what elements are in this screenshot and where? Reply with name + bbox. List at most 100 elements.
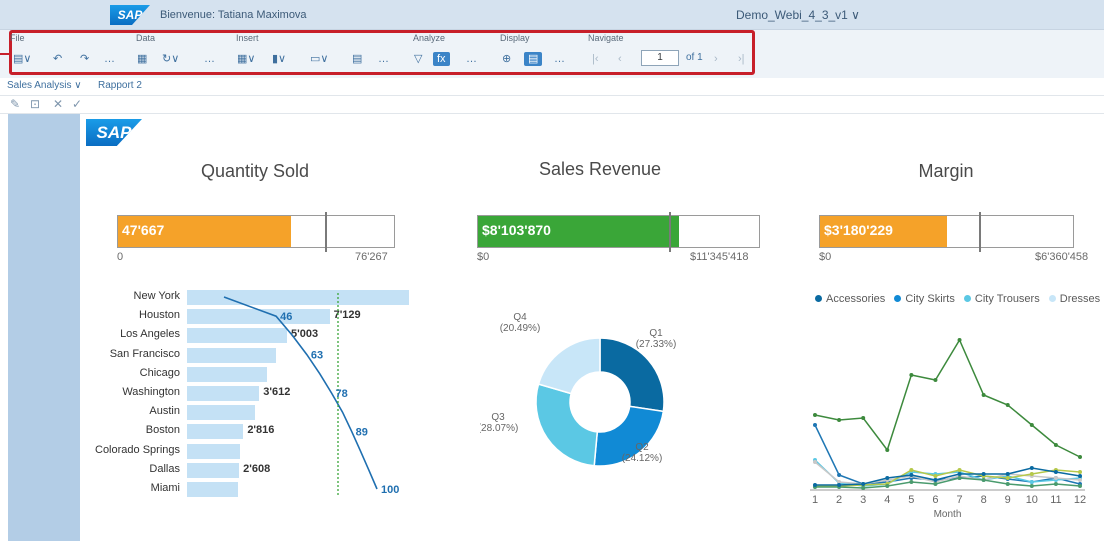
- donut-percent-label: (28.07%): [480, 423, 518, 434]
- series-point: [909, 473, 914, 477]
- series-point: [861, 486, 866, 490]
- kpi-bullet-revenue: $8'103'870: [477, 212, 760, 252]
- series-point: [1053, 443, 1058, 447]
- bullet-min-margin: $0: [819, 251, 832, 263]
- bullet-max-margin: $6'360'458: [1035, 251, 1089, 263]
- x-tick-label: 5: [908, 494, 914, 506]
- legend-item: Dresses ...: [1048, 293, 1104, 305]
- zoom-icon[interactable]: ⊕: [502, 52, 511, 66]
- donut-category-label: Q3: [491, 412, 505, 423]
- kpi-title-margin: Margin: [918, 161, 974, 181]
- bullet-value: $3'180'229: [824, 222, 893, 238]
- series-line: [814, 338, 1081, 458]
- kpi-bullet-margin: $3'180'229: [819, 212, 1074, 252]
- series-point: [981, 393, 986, 397]
- x-tick-label: 3: [860, 494, 866, 506]
- series-point: [1078, 455, 1082, 459]
- x-axis-label: Month: [934, 509, 962, 520]
- series-point: [885, 448, 890, 452]
- series-point: [933, 378, 938, 382]
- legend-label: City Skirts: [905, 293, 955, 305]
- series-point: [813, 460, 817, 464]
- series-point: [933, 474, 938, 478]
- line-point-label: 63: [311, 350, 323, 362]
- donut-percent-label: (24.12%): [622, 453, 663, 464]
- x-tick-label: 11: [1050, 494, 1061, 506]
- previous-page-icon[interactable]: ‹: [618, 52, 622, 66]
- series-point: [1029, 480, 1034, 484]
- bullet-target-marker: [669, 212, 672, 252]
- series-point: [909, 468, 914, 472]
- donut-category-label: Q1: [649, 328, 663, 339]
- monthly-line-chart: 1 2 3 4 5 6 7 8 9 10 11 12Month: [810, 338, 1086, 520]
- series-point: [837, 473, 842, 477]
- donut-slice: [537, 337, 601, 395]
- formula-icon[interactable]: fx: [433, 52, 450, 66]
- series-point: [933, 482, 938, 486]
- series-point: [957, 468, 962, 472]
- cumulative-line: [223, 296, 378, 490]
- line-point-label: 89: [356, 426, 368, 438]
- legend-label: City Trousers: [974, 293, 1040, 305]
- last-page-icon[interactable]: ›|: [738, 52, 745, 66]
- x-tick-label: 12: [1074, 494, 1086, 506]
- legend-item: City Skirts: [894, 293, 955, 305]
- line-point-label: 100: [381, 484, 399, 496]
- x-tick-label: 7: [956, 494, 962, 506]
- series-point: [1029, 472, 1034, 476]
- legend-label: Dresses ...: [1059, 293, 1104, 305]
- x-tick-label: 10: [1026, 494, 1038, 506]
- analyze-more-icon[interactable]: …: [466, 52, 477, 66]
- series-point: [1005, 482, 1010, 486]
- city-cumulative-line: 46 63 78 89 100: [223, 293, 399, 497]
- series-point: [1053, 482, 1058, 486]
- series-point: [1078, 470, 1082, 474]
- series-point: [813, 483, 817, 487]
- series-point: [1005, 403, 1010, 407]
- series-point: [885, 476, 890, 480]
- page-number-input[interactable]: 1: [641, 50, 679, 66]
- series-point: [909, 373, 914, 377]
- bullet-value: $8'103'870: [482, 222, 551, 238]
- x-tick-label: 8: [981, 494, 987, 506]
- series-point: [1029, 466, 1034, 470]
- first-page-icon[interactable]: |‹: [592, 52, 599, 66]
- x-tick-label: 6: [932, 494, 938, 506]
- donut-category-label: Q4: [513, 312, 527, 323]
- series-point: [1078, 474, 1082, 478]
- series-point: [957, 476, 962, 480]
- document-title[interactable]: Demo_Webi_4_3_v1 ∨: [736, 8, 860, 22]
- series-point: [861, 482, 866, 486]
- toolbar-group-navigate: Navigate: [588, 33, 624, 43]
- series-point: [837, 483, 842, 487]
- display-more-icon[interactable]: …: [554, 52, 565, 66]
- bullet-target-marker: [979, 212, 982, 252]
- donut-percent-label: (27.33%): [636, 339, 677, 350]
- legend-label: Accessories: [826, 293, 886, 305]
- next-page-icon[interactable]: ›: [714, 52, 718, 66]
- series-point: [1005, 476, 1010, 480]
- donut-slice: [535, 383, 599, 467]
- page-mode-icon[interactable]: ▤: [524, 52, 543, 66]
- series-point: [1029, 423, 1034, 427]
- series-point: [957, 472, 962, 476]
- donut-category-label: Q2: [635, 442, 649, 453]
- x-tick-label: 1: [812, 494, 818, 506]
- series-point: [981, 478, 986, 482]
- series-point: [909, 480, 914, 484]
- x-tick-label: 9: [1005, 494, 1011, 506]
- x-tick-label: 4: [884, 494, 890, 506]
- bullet-max-revenue: $11'345'418: [690, 251, 749, 263]
- legend-item: Accessories: [815, 293, 885, 305]
- series-point: [1005, 472, 1010, 476]
- series-point: [813, 423, 817, 427]
- series-point: [1078, 484, 1082, 488]
- series-point: [981, 472, 986, 476]
- line-chart-legend: Accessories City Skirts City Trousers Dr…: [815, 293, 1104, 305]
- quarter-donut-chart: Q1(27.33%) Q2(24.12%) Q3(28.07%) Q4(20.49%): [480, 312, 677, 467]
- line-point-label: 46: [280, 311, 292, 323]
- series-point: [813, 413, 817, 417]
- toolbar-group-display: Display: [500, 33, 530, 43]
- series-point: [957, 338, 962, 342]
- line-point-label: 78: [336, 388, 348, 400]
